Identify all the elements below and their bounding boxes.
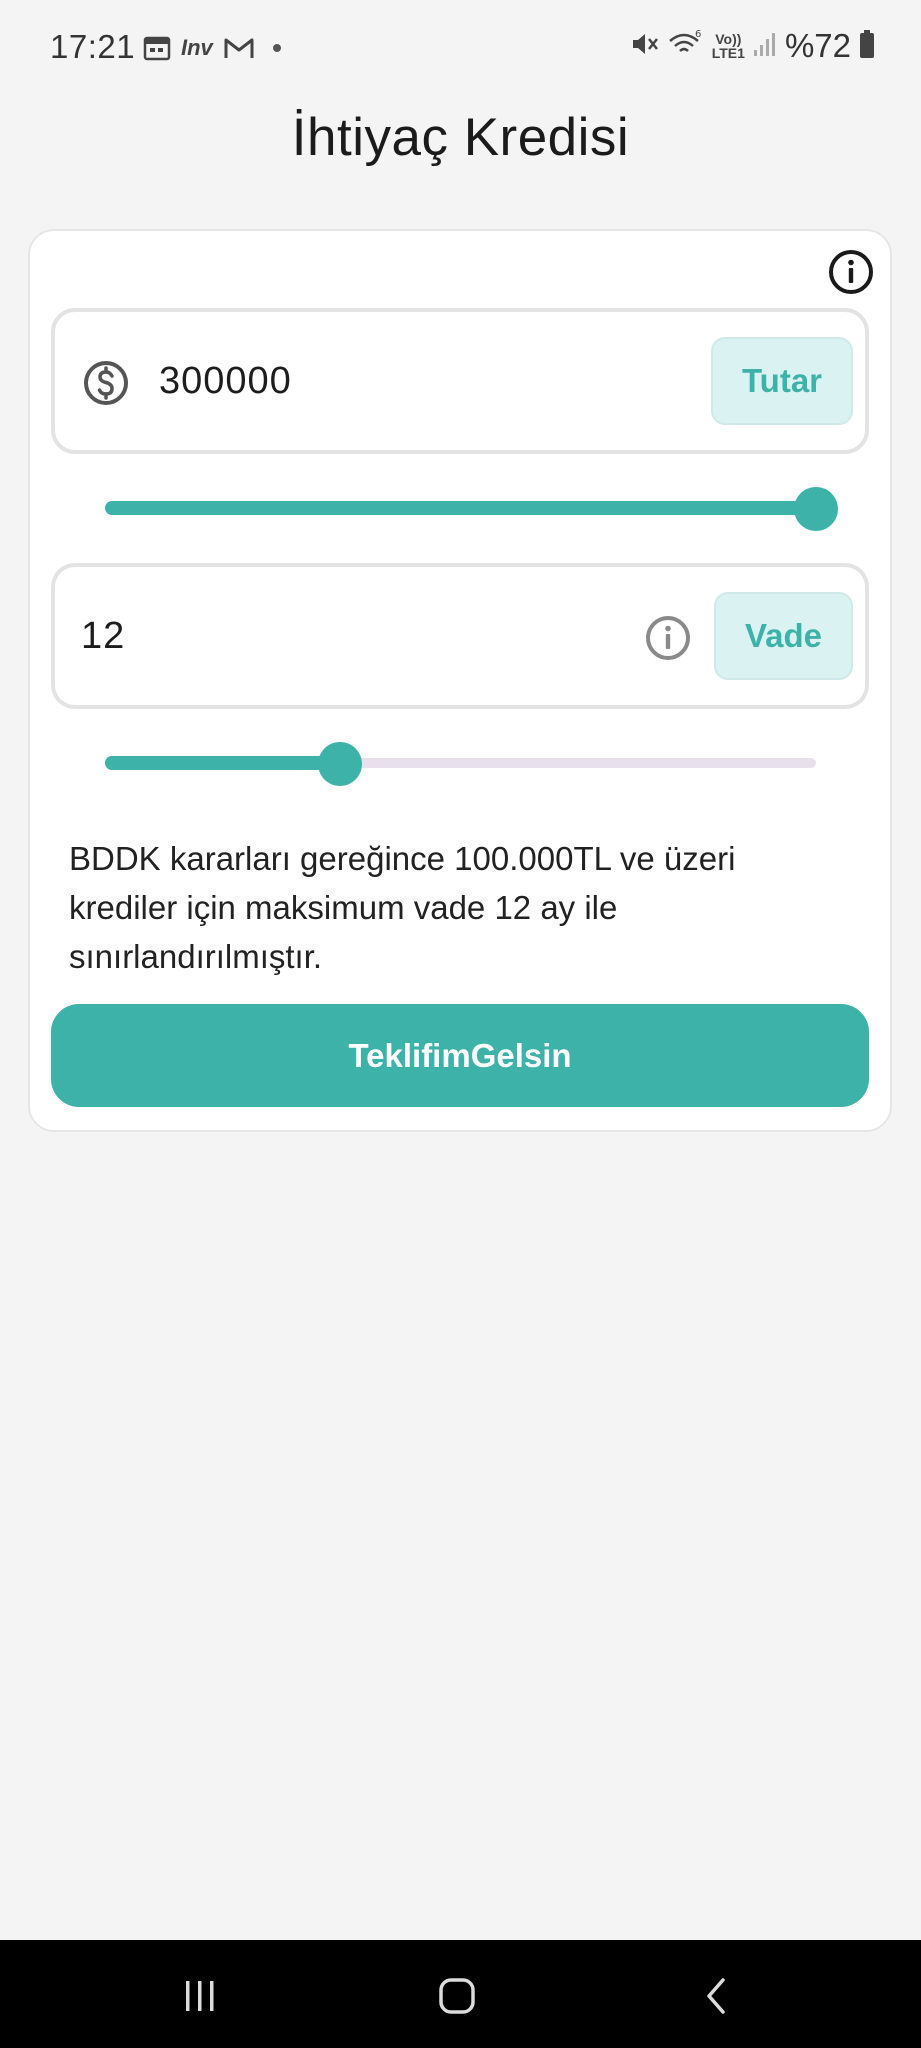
page-title: İhtiyaç Kredisi: [291, 108, 630, 167]
battery-icon: [859, 29, 875, 64]
term-field[interactable]: 12 Vade: [51, 563, 869, 709]
amount-slider[interactable]: [105, 487, 838, 531]
term-button[interactable]: Vade: [714, 592, 853, 680]
mute-icon: [630, 30, 660, 63]
calendar-icon: [143, 35, 171, 61]
amount-input[interactable]: 300000: [159, 360, 292, 403]
back-icon[interactable]: [686, 1974, 746, 2018]
wifi-icon: 6: [668, 29, 704, 64]
inv-app-icon: Inv: [181, 35, 213, 60]
gmail-icon: [223, 36, 255, 60]
bddk-note: BDDK kararları gereğince 100.000TL ve üz…: [69, 840, 736, 975]
lte-label: LTE1: [711, 45, 745, 61]
info-icon[interactable]: [645, 615, 691, 661]
amount-field[interactable]: 300000 Tutar: [51, 308, 869, 454]
term-input[interactable]: 12: [81, 615, 125, 658]
status-time: 17:21: [50, 28, 136, 65]
dollar-circle-icon: [82, 359, 130, 407]
amount-button[interactable]: Tutar: [711, 337, 853, 425]
system-nav-bar: [0, 1940, 921, 2048]
svg-text:6: 6: [695, 29, 701, 40]
signal-icon: [753, 31, 777, 62]
slider-fill: [105, 756, 340, 770]
notification-dot: [272, 44, 281, 52]
home-icon[interactable]: [427, 1974, 487, 2018]
battery-percent: %72: [784, 27, 851, 64]
status-system-icons: 6 Vo)) LTE1 %72: [630, 26, 875, 66]
status-notification-icons: Inv: [143, 30, 281, 66]
network-type-label: Vo)) LTE1: [712, 32, 745, 60]
slider-thumb[interactable]: [794, 487, 838, 531]
term-slider[interactable]: [105, 742, 816, 786]
submit-button[interactable]: TeklifimGelsin: [51, 1004, 869, 1107]
status-bar: 17:21 Inv 6 Vo)) LTE1 %72: [0, 0, 921, 95]
recents-icon[interactable]: [170, 1974, 230, 2018]
info-icon[interactable]: [828, 249, 874, 295]
slider-thumb[interactable]: [318, 742, 362, 786]
slider-fill: [105, 501, 816, 515]
